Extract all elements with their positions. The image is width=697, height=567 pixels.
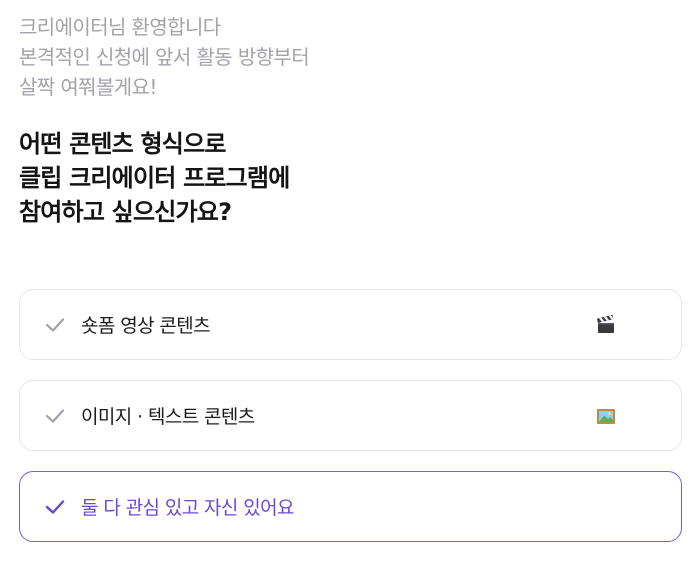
clapperboard-icon xyxy=(596,314,616,335)
greeting-line-3: 살짝 여쭤볼게요! xyxy=(19,75,157,99)
option-label: 둘 다 관심 있고 자신 있어요 xyxy=(81,497,294,519)
question-line-3: 참여하고 싶으신가요? xyxy=(19,198,232,226)
question-line-2: 클립 크리에이터 프로그램에 xyxy=(19,164,290,192)
option-image-text[interactable]: 이미지 · 텍스트 콘텐츠 xyxy=(19,380,682,451)
framed-picture-icon xyxy=(596,406,616,426)
option-label: 이미지 · 텍스트 콘텐츠 xyxy=(81,406,255,428)
greeting-text: 크리에이터님 환영합니다 본격적인 신청에 앞서 활동 방향부터 살짝 여쭤볼게… xyxy=(19,12,681,102)
option-label: 숏폼 영상 콘텐츠 xyxy=(81,315,211,337)
creator-survey-page: 크리에이터님 환영합니다 본격적인 신청에 앞서 활동 방향부터 살짝 여쭤볼게… xyxy=(0,0,697,567)
check-icon xyxy=(43,313,67,337)
option-shortform-video[interactable]: 숏폼 영상 콘텐츠 xyxy=(19,289,682,360)
greeting-line-1: 크리에이터님 환영합니다 xyxy=(19,15,221,39)
check-icon xyxy=(43,495,67,519)
question-line-1: 어떤 콘텐츠 형식으로 xyxy=(19,130,226,158)
greeting-line-2: 본격적인 신청에 앞서 활동 방향부터 xyxy=(19,45,310,69)
check-icon xyxy=(43,404,67,428)
option-both[interactable]: 둘 다 관심 있고 자신 있어요 xyxy=(19,471,682,542)
question-heading: 어떤 콘텐츠 형식으로 클립 크리에이터 프로그램에 참여하고 싶으신가요? xyxy=(19,127,681,229)
content-format-options: 숏폼 영상 콘텐츠 이미지 · 텍스트 콘텐츠 둘 다 관심 있고 자신 있어요 xyxy=(19,289,682,562)
